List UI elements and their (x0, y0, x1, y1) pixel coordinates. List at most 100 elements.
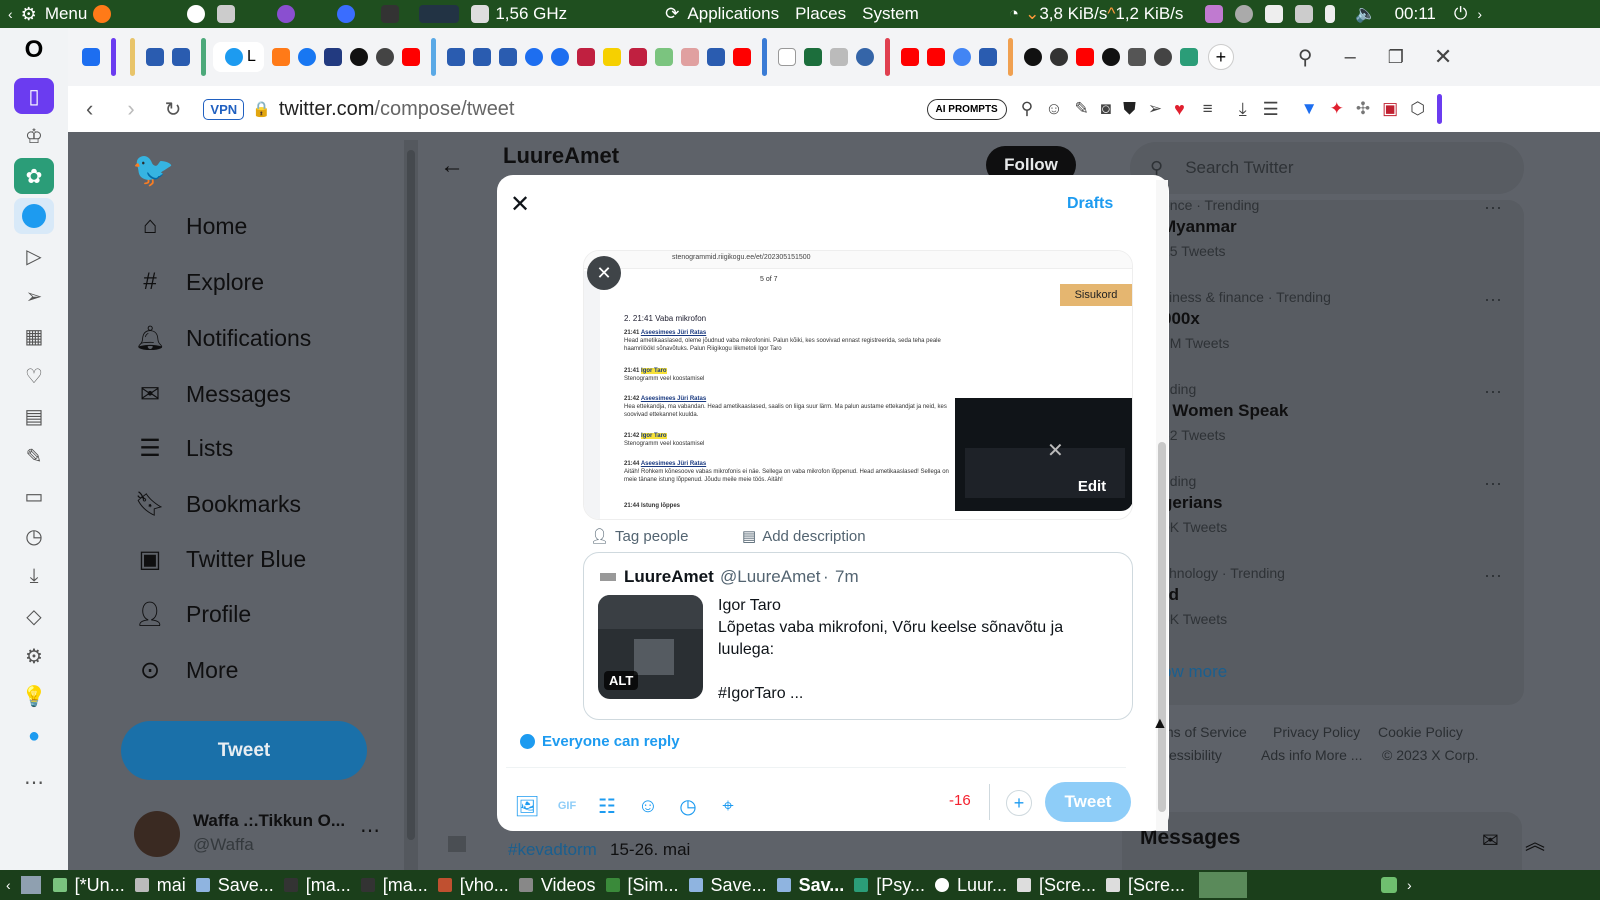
wikipedia-favicon-icon[interactable] (777, 48, 796, 66)
chevron-right-icon[interactable]: › (1477, 6, 1482, 22)
heart-icon[interactable]: ♡ (14, 358, 54, 394)
tab-favicon-icon[interactable] (576, 48, 595, 66)
reply-setting-button[interactable]: Everyone can reply (520, 733, 680, 750)
footer-link[interactable]: Privacy Policy (1273, 724, 1360, 740)
chevron-left-icon[interactable]: ‹ (8, 6, 13, 22)
player-icon[interactable]: ▷ (14, 238, 54, 274)
tab-favicon-icon[interactable] (349, 48, 368, 66)
show-desktop-icon[interactable] (20, 876, 41, 894)
network-wifi-icon[interactable]: ◔ (1009, 4, 1019, 24)
taskbar-item[interactable]: [ma... (283, 875, 351, 896)
tab-favicon-icon[interactable] (146, 48, 164, 66)
show-more-link[interactable]: ow more (1162, 662, 1227, 682)
tab-favicon-icon[interactable] (829, 48, 848, 66)
send-arrow-icon[interactable]: ➢ (1148, 99, 1162, 119)
tab-favicon-icon[interactable] (323, 48, 342, 66)
taskbar-item[interactable]: Save... (195, 875, 274, 896)
chatgpt-icon[interactable]: ✿ (14, 158, 54, 194)
expand-chevron-icon[interactable]: ︽ (1525, 826, 1545, 855)
chat-bubble-icon[interactable]: ● (14, 718, 54, 754)
search-input[interactable]: Search Twitter (1185, 158, 1293, 178)
tab-favicon-icon[interactable] (926, 48, 945, 66)
tabs-icon[interactable]: ▭ (14, 478, 54, 514)
taskbar-item[interactable]: [Psy... (854, 875, 925, 896)
tab-favicon-icon[interactable] (1075, 48, 1094, 66)
tab-favicon-icon[interactable] (1153, 48, 1172, 66)
lock-icon[interactable]: 🔒 (252, 100, 271, 118)
tray-app-icon[interactable] (1205, 5, 1224, 23)
opera-logo-icon[interactable]: O (14, 32, 54, 68)
chevron-left-icon[interactable]: ‹ (6, 877, 11, 893)
reload-icon[interactable]: ↻ (165, 97, 182, 122)
heart-icon[interactable]: ♥ (1174, 99, 1185, 120)
tab-favicon-icon[interactable] (628, 48, 647, 66)
workspaces-icon[interactable]: ▯ (14, 78, 54, 114)
tab-favicon-icon[interactable] (375, 48, 394, 66)
tab-favicon-icon[interactable] (472, 48, 491, 66)
extension-v-icon[interactable]: ▼ (1301, 99, 1318, 119)
taskbar-item[interactable]: Save... (688, 875, 767, 896)
camera-icon[interactable]: ◙ (1101, 99, 1111, 119)
tab-favicon-icon[interactable] (271, 48, 290, 66)
back-arrow-icon[interactable]: ← (440, 152, 464, 180)
alt-badge[interactable]: ALT (604, 671, 639, 690)
account-more-icon[interactable]: ⋯ (360, 818, 380, 843)
tab-favicon-icon[interactable] (1101, 48, 1120, 66)
trend-item[interactable]: nding gerians 0K Tweets (1162, 473, 1492, 535)
avatar[interactable] (134, 811, 180, 857)
media-attachment[interactable]: stenogrammid.riigikogu.ee/et/20230515150… (583, 250, 1133, 520)
snapshot-icon[interactable]: ✎ (14, 438, 54, 474)
new-message-icon[interactable]: ✉ (1482, 828, 1499, 853)
nav-twitter-blue[interactable]: ▣ Twitter Blue (136, 545, 307, 573)
chevron-right-icon[interactable]: › (1407, 877, 1412, 893)
location-icon[interactable]: ⌖ (716, 794, 740, 818)
system-menu[interactable]: System (862, 4, 919, 24)
battery-icon[interactable] (1325, 5, 1336, 23)
forward-icon[interactable]: › (127, 96, 134, 122)
tab-favicon-icon[interactable] (602, 48, 621, 66)
menu-button[interactable]: Menu (45, 4, 88, 24)
taskbar-item[interactable]: Sav... (776, 875, 844, 896)
tab-search-icon[interactable]: ⚲ (1298, 45, 1313, 70)
tray-update-icon[interactable] (1381, 877, 1398, 893)
modal-scrollbar-thumb[interactable] (1158, 442, 1166, 812)
sidebar-tweet-button[interactable]: Tweet (121, 721, 367, 780)
modal-scrollbar[interactable] (1156, 180, 1168, 831)
poll-icon[interactable]: ☷ (595, 794, 619, 818)
lens-icon[interactable]: ⚲ (1021, 99, 1033, 119)
wifi-icon[interactable] (1265, 5, 1284, 23)
downloads-icon[interactable]: ⤓ (14, 558, 54, 594)
nav-explore[interactable]: # Explore (136, 268, 264, 296)
left-scrollbar[interactable] (404, 140, 418, 870)
tab-favicon-icon[interactable] (706, 48, 725, 66)
workspace-switcher[interactable] (1199, 872, 1248, 898)
extension-figure-icon[interactable]: ✦ (1330, 99, 1344, 119)
trend-more-icon[interactable]: ⋯ (1484, 474, 1502, 495)
taskbar-item[interactable]: [ma... (360, 875, 428, 896)
trend-item[interactable]: siness & finance · Trending 000x 7M Twee… (1162, 289, 1492, 351)
emoji-icon[interactable]: ☺ (1045, 99, 1062, 119)
tab-favicon-icon[interactable] (732, 48, 751, 66)
podcast-icon[interactable] (277, 5, 296, 23)
close-icon[interactable]: ✕ (510, 190, 530, 219)
close-window-icon[interactable]: ✕ (1434, 44, 1452, 70)
taskbar-item[interactable]: Videos (518, 875, 596, 896)
opera-launcher-icon[interactable] (337, 5, 356, 23)
url-field[interactable]: twitter.com /compose/tweet (279, 98, 515, 121)
restore-window-icon[interactable]: ❐ (1388, 47, 1404, 68)
footer-link[interactable]: Cookie Policy (1378, 724, 1463, 740)
easy-setup-icon[interactable]: ☰ (1263, 99, 1279, 120)
tab-favicon-icon[interactable] (978, 48, 997, 66)
tab-favicon-icon[interactable] (82, 48, 100, 66)
speed-dial-icon[interactable]: ▦ (14, 318, 54, 354)
trend-more-icon[interactable]: ⋯ (1484, 382, 1502, 403)
power-icon[interactable]: ⏻ (1454, 4, 1467, 24)
tab-favicon-icon[interactable] (446, 48, 465, 66)
tab-favicon-icon[interactable] (172, 48, 190, 66)
crown-icon[interactable]: ♔ (14, 118, 54, 154)
tab-favicon-icon[interactable] (1049, 48, 1068, 66)
account-handle[interactable]: @Waffa (193, 835, 254, 855)
minimize-window-icon[interactable]: – (1345, 46, 1356, 69)
tab-favicon-icon[interactable] (401, 48, 420, 66)
mint-logo-icon[interactable]: ⚙ (21, 4, 37, 25)
